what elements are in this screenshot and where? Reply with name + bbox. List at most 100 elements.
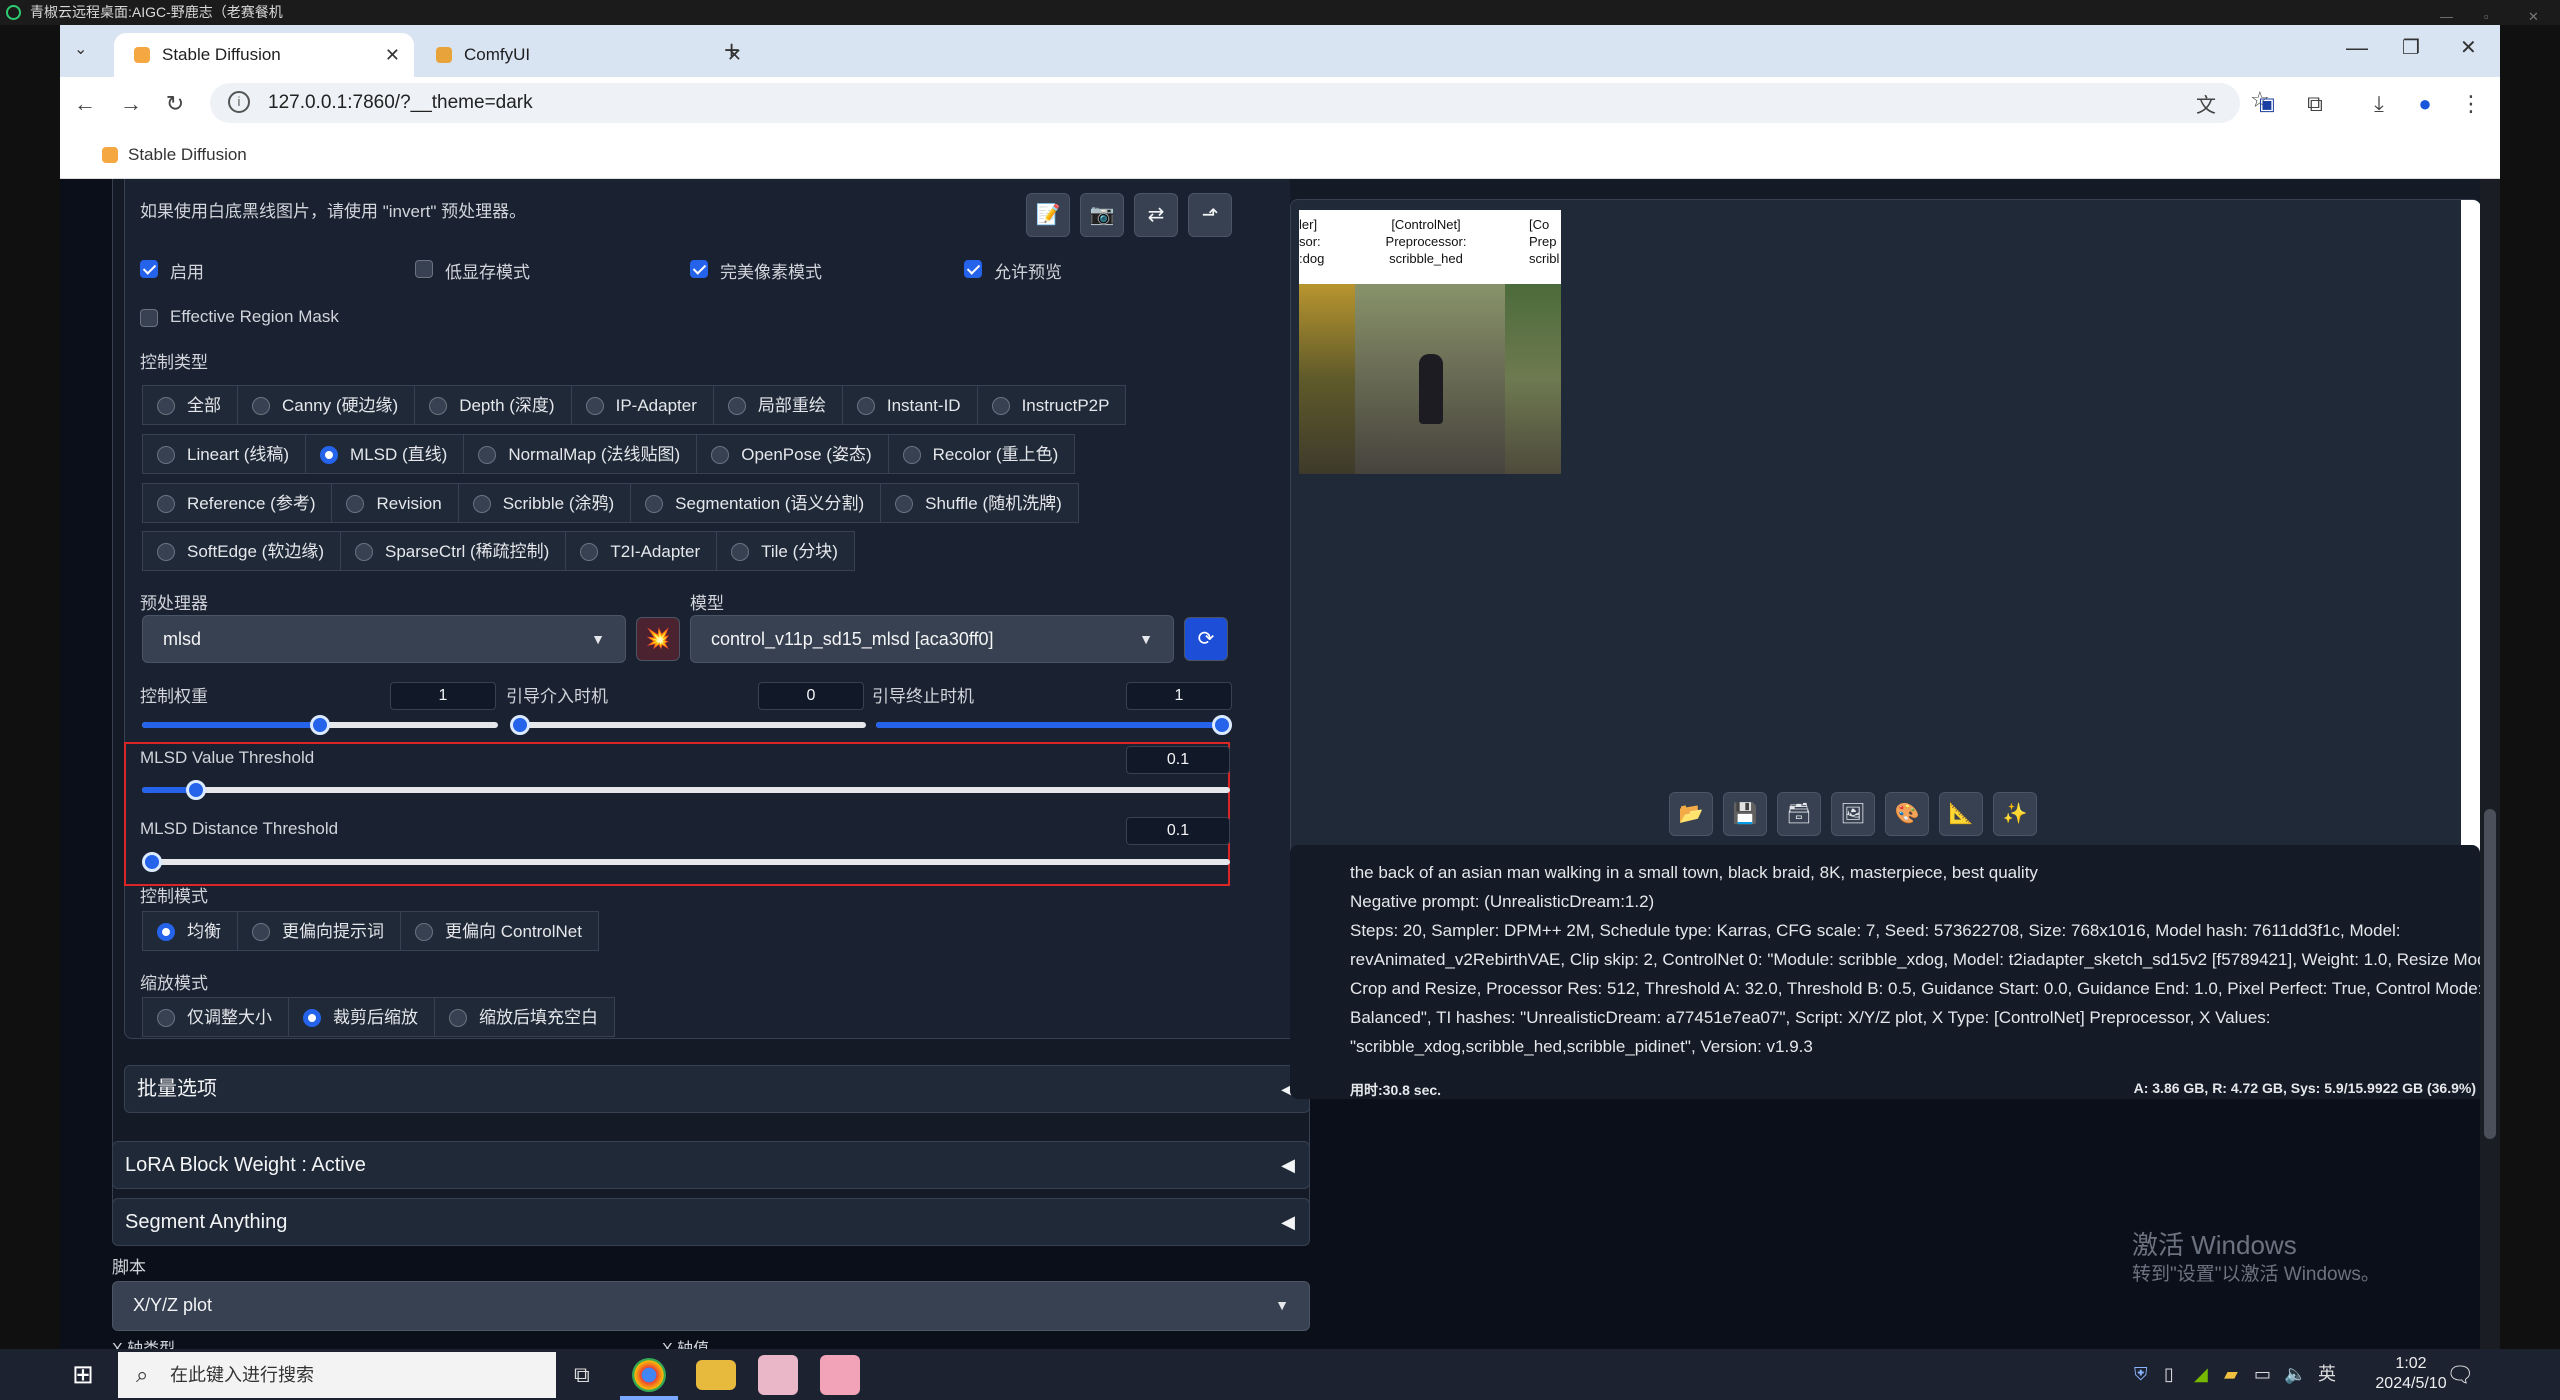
- address-bar[interactable]: i 127.0.0.1:7860/?__theme=dark 文 ☆: [210, 83, 2270, 123]
- sparkle-button[interactable]: ✨: [1993, 792, 2037, 836]
- guidance-end-input[interactable]: 1: [1126, 682, 1232, 710]
- control-type-option[interactable]: T2I-Adapter: [565, 531, 718, 571]
- control-type-option[interactable]: Lineart (线稿): [142, 434, 307, 474]
- gallery-scrollbar[interactable]: [2461, 200, 2481, 952]
- edit-button[interactable]: 📝: [1026, 193, 1070, 237]
- control-type-option[interactable]: NormalMap (法线贴图): [463, 434, 698, 474]
- folder-tray-icon[interactable]: ▰: [2224, 1349, 2238, 1400]
- slider-handle[interactable]: [142, 852, 162, 872]
- control-type-option[interactable]: SoftEdge (软边缘): [142, 531, 341, 571]
- browser-menu-icon[interactable]: ⋮: [2456, 77, 2486, 131]
- mlsd-value-input[interactable]: 0.1: [1126, 746, 1230, 774]
- control-mode-option[interactable]: 更偏向 ControlNet: [400, 911, 599, 951]
- file-explorer-icon[interactable]: [696, 1360, 736, 1390]
- preprocessor-dropdown[interactable]: mlsd ▼: [142, 615, 626, 663]
- control-type-option[interactable]: SparseCtrl (稀疏控制): [340, 531, 567, 571]
- xyz-grid-image[interactable]: ler] sor: :dog [ControlNet] Preprocessor…: [1299, 210, 1561, 474]
- window-minimize-icon[interactable]: —: [2346, 35, 2368, 61]
- volume-icon[interactable]: 🔈: [2284, 1349, 2306, 1400]
- resize-mode-option[interactable]: 缩放后填充空白: [434, 997, 615, 1037]
- control-type-option[interactable]: Shuffle (随机洗牌): [880, 483, 1079, 523]
- tab-search-chevron-icon[interactable]: ⌄: [74, 39, 87, 59]
- control-type-option[interactable]: Scribble (涂鸦): [457, 483, 632, 523]
- segment-anything-accordion[interactable]: Segment Anything ◀: [112, 1198, 1310, 1246]
- control-type-option[interactable]: 全部: [142, 385, 238, 425]
- slider-handle[interactable]: [1212, 715, 1232, 735]
- notification-center-icon[interactable]: 🗨: [2446, 1349, 2474, 1400]
- camera-button[interactable]: 📷: [1080, 193, 1124, 237]
- chrome-taskbar-icon[interactable]: [632, 1358, 666, 1392]
- control-mode-option-selected[interactable]: 均衡: [142, 911, 238, 951]
- guidance-end-slider[interactable]: [876, 715, 1232, 735]
- mlsd-value-slider[interactable]: [142, 780, 1230, 800]
- control-type-option[interactable]: Revision: [331, 483, 459, 523]
- window-close-icon[interactable]: ✕: [2460, 35, 2477, 60]
- weight-input[interactable]: 1: [390, 682, 496, 710]
- site-info-icon[interactable]: i: [228, 91, 250, 113]
- mlsd-distance-slider[interactable]: [142, 852, 1230, 872]
- windows-start-icon[interactable]: ⊞: [72, 1360, 94, 1388]
- swap-button[interactable]: ⇄: [1134, 193, 1178, 237]
- back-icon[interactable]: ←: [70, 77, 100, 131]
- window-restore-icon[interactable]: ❐: [2402, 35, 2420, 60]
- send-dimensions-button[interactable]: ⬏: [1188, 193, 1232, 237]
- extension-p-icon[interactable]: ▣: [2252, 77, 2282, 131]
- page-scrollbar[interactable]: [2480, 179, 2500, 1349]
- scrollbar-thumb[interactable]: [2484, 809, 2496, 1139]
- low-vram-checkbox[interactable]: [415, 260, 433, 278]
- enable-checkbox[interactable]: [140, 260, 158, 278]
- profile-avatar-icon[interactable]: ●: [2410, 77, 2440, 131]
- control-type-option[interactable]: InstructP2P: [976, 385, 1127, 425]
- translate-icon[interactable]: 文: [2196, 89, 2216, 118]
- network-icon[interactable]: ▭: [2254, 1349, 2271, 1400]
- task-view-icon[interactable]: ⧉: [574, 1349, 590, 1400]
- bookmark-stable-diffusion[interactable]: Stable Diffusion: [102, 145, 247, 165]
- slider-handle[interactable]: [310, 715, 330, 735]
- guidance-start-input[interactable]: 0: [758, 682, 864, 710]
- defender-icon[interactable]: ⛨: [2134, 1349, 2148, 1400]
- forward-icon[interactable]: →: [116, 77, 146, 131]
- resize-mode-option[interactable]: 仅调整大小: [142, 997, 289, 1037]
- lora-block-weight-accordion[interactable]: LoRA Block Weight : Active ◀: [112, 1141, 1310, 1189]
- new-tab-icon[interactable]: +: [724, 35, 739, 66]
- send-to-img2img-button[interactable]: 🖼: [1831, 792, 1875, 836]
- nvidia-icon[interactable]: ◢: [2194, 1349, 2208, 1400]
- control-type-option[interactable]: Reference (参考): [142, 483, 333, 523]
- save-button[interactable]: 💾: [1723, 792, 1767, 836]
- allow-preview-checkbox[interactable]: [964, 260, 982, 278]
- zip-button[interactable]: 🗃: [1777, 792, 1821, 836]
- refresh-models-button[interactable]: ⟳: [1184, 617, 1228, 661]
- control-type-option[interactable]: Tile (分块): [716, 531, 855, 571]
- control-type-option-selected[interactable]: MLSD (直线): [305, 434, 465, 474]
- batch-options-accordion[interactable]: 批量选项 ◀: [124, 1065, 1310, 1113]
- control-type-option[interactable]: Segmentation (语义分割): [630, 483, 882, 523]
- run-preprocessor-button[interactable]: 💥: [636, 617, 680, 661]
- control-type-option[interactable]: IP-Adapter: [570, 385, 714, 425]
- script-dropdown[interactable]: X/Y/Z plot ▼: [112, 1281, 1310, 1331]
- slider-handle[interactable]: [510, 715, 530, 735]
- download-icon[interactable]: ⤓: [2364, 77, 2394, 131]
- extensions-puzzle-icon[interactable]: ⧉: [2300, 77, 2330, 131]
- anime-app-icon-1[interactable]: [758, 1355, 798, 1395]
- anime-app-icon-2[interactable]: [820, 1355, 860, 1395]
- model-dropdown[interactable]: control_v11p_sd15_mlsd [aca30ff0] ▼: [690, 615, 1174, 663]
- control-type-option[interactable]: Recolor (重上色): [887, 434, 1076, 474]
- region-mask-checkbox[interactable]: [140, 309, 158, 327]
- pixel-perfect-checkbox[interactable]: [690, 260, 708, 278]
- mlsd-distance-input[interactable]: 0.1: [1126, 817, 1230, 845]
- tab-close-icon[interactable]: ✕: [385, 33, 400, 77]
- control-mode-option[interactable]: 更偏向提示词: [237, 911, 401, 951]
- tab-stable-diffusion[interactable]: Stable Diffusion ✕: [114, 33, 414, 77]
- control-type-option[interactable]: 局部重绘: [712, 385, 843, 425]
- reload-icon[interactable]: ↻: [160, 77, 190, 131]
- open-folder-button[interactable]: 📂: [1669, 792, 1713, 836]
- send-to-inpaint-button[interactable]: 🎨: [1885, 792, 1929, 836]
- guidance-start-slider[interactable]: [510, 715, 866, 735]
- send-to-extras-button[interactable]: 📐: [1939, 792, 1983, 836]
- weight-slider[interactable]: [142, 715, 498, 735]
- resize-mode-option-selected[interactable]: 裁剪后缩放: [288, 997, 435, 1037]
- ime-indicator[interactable]: 英: [2318, 1349, 2336, 1400]
- usb-icon[interactable]: ▯: [2164, 1349, 2174, 1400]
- tab-comfyui[interactable]: ComfyUI ✕: [416, 33, 756, 77]
- control-type-option[interactable]: Depth (深度): [414, 385, 572, 425]
